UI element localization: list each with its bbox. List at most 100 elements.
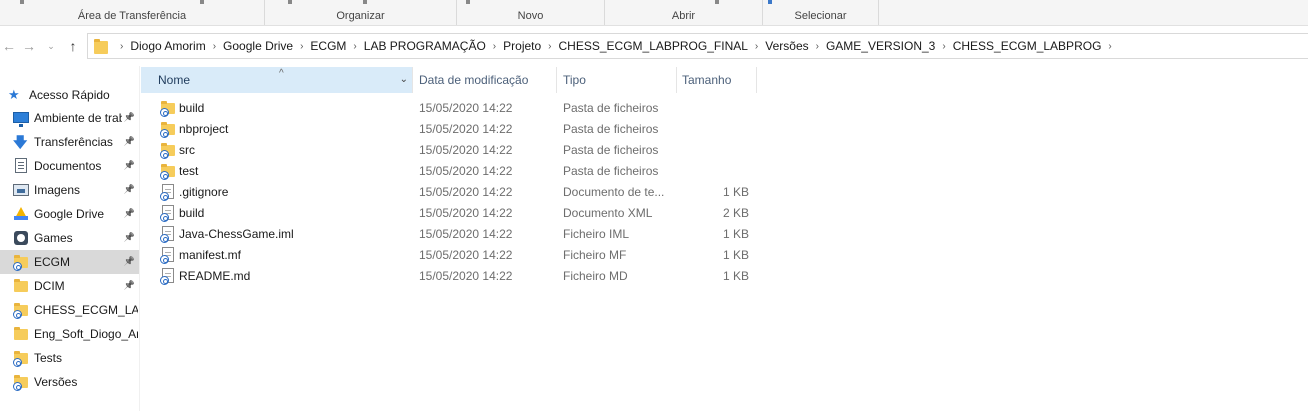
file-size: 1 KB [722,185,749,199]
breadcrumb-item[interactable]: Google Drive [220,39,296,53]
column-header-type[interactable]: Tipo [557,67,677,93]
ribbon-group-select[interactable]: Selecionar [763,0,879,25]
breadcrumb-separator[interactable]: › [544,41,555,52]
chevron-down-icon: ⌄ [47,41,55,51]
sidebar-item[interactable]: DCIM 📌 [0,274,139,298]
ribbon-control-stub [466,0,470,4]
ribbon: Área de Transferência Organizar Novo Abr… [0,0,1308,26]
sidebar-item[interactable]: Documentos 📌 [0,154,139,178]
breadcrumb-item[interactable]: Projeto [500,39,544,53]
column-header-label: Tipo [563,73,586,87]
breadcrumb-item[interactable]: LAB PROGRAMAÇÃO [361,39,489,53]
file-date-modified: 15/05/2020 14:22 [419,122,513,136]
column-header-label: Data de modificação [419,73,529,87]
breadcrumb-separator[interactable]: › [1104,41,1115,52]
pin-icon[interactable]: 📌 [124,232,135,243]
breadcrumb-separator[interactable]: › [296,41,307,52]
synced-file-icon [160,205,176,222]
breadcrumb-separator[interactable]: › [938,41,949,52]
folder-icon [93,39,109,55]
breadcrumb-item[interactable]: Diogo Amorim [127,39,208,53]
breadcrumb-separator[interactable]: › [812,41,823,52]
pin-icon[interactable]: 📌 [124,136,135,147]
ribbon-control-stub [20,0,24,4]
sidebar-item[interactable]: CHESS_ECGM_LABPROG [0,298,139,322]
sidebar-item[interactable]: Google Drive 📌 [0,202,139,226]
file-row[interactable]: .gitignore 15/05/2020 14:22 Documento de t… [141,182,841,203]
games-icon [13,230,29,246]
download-icon: 🡇 [13,134,28,150]
file-date-modified: 15/05/2020 14:22 [419,143,513,157]
file-size [681,161,749,182]
file-type: Pasta de ficheiros [563,164,659,178]
up-button[interactable]: ↑ [65,38,81,54]
breadcrumb: › Diogo Amorim › Google Drive › ECGM › LAB PROG… [116,34,1116,58]
ribbon-group-open[interactable]: Abrir [605,0,763,25]
chevron-down-icon[interactable]: ⌄ [400,67,408,93]
file-row[interactable]: src 15/05/2020 14:22 Pasta de ficheiros [141,140,841,161]
file-row[interactable]: README.md 15/05/2020 14:22 Ficheiro MD 1 KB [141,266,841,287]
forward-button[interactable]: → [21,38,37,54]
back-button[interactable]: ← [1,38,17,54]
breadcrumb-item[interactable]: ECGM [307,39,349,53]
file-size: 1 KB [722,248,749,262]
pin-icon[interactable]: 📌 [124,112,135,123]
synced-folder-icon [160,163,176,180]
breadcrumb-separator[interactable]: › [349,41,360,52]
ribbon-group-caption: Abrir [671,10,696,22]
column-header-name[interactable]: ^ Nome ⌄ [141,67,413,93]
breadcrumb-separator[interactable]: › [751,41,762,52]
breadcrumb-item[interactable]: GAME_VERSION_3 [823,39,938,53]
file-row[interactable]: nbproject 15/05/2020 14:22 Pasta de fichei… [141,119,841,140]
sidebar-item[interactable]: 🡇 Transferências 📌 [0,130,139,154]
pane-divider[interactable] [139,66,140,411]
breadcrumb-item[interactable]: CHESS_ECGM_LABPROG [950,39,1105,53]
sidebar-item[interactable]: Versões [0,370,139,394]
ribbon-group-organize[interactable]: Organizar [265,0,457,25]
breadcrumb-separator[interactable]: › [489,41,500,52]
address-bar[interactable]: › Diogo Amorim › Google Drive › ECGM › LAB PROG… [87,33,1308,59]
breadcrumb-item[interactable]: Versões [762,39,811,53]
synced-folder-icon [160,142,176,159]
ribbon-group-new[interactable]: Novo [457,0,605,25]
sidebar-item[interactable]: Ambiente de trab 📌 [0,106,139,130]
sidebar-item[interactable]: Imagens 📌 [0,178,139,202]
file-row[interactable]: build 15/05/2020 14:22 Pasta de ficheiros [141,98,841,119]
sidebar-item-label: Ambiente de trab [34,111,122,125]
breadcrumb-item[interactable]: CHESS_ECGM_LABPROG_FINAL [556,39,751,53]
folder-body [94,39,108,54]
pin-icon[interactable]: 📌 [124,208,135,219]
file-row[interactable]: test 15/05/2020 14:22 Pasta de ficheiros [141,161,841,182]
file-name: manifest.mf [179,248,242,262]
synced-folder-icon [160,100,176,117]
sidebar-item[interactable]: Eng_Soft_Diogo_Am [0,322,139,346]
file-date-modified: 15/05/2020 14:22 [419,206,513,220]
breadcrumb-separator[interactable]: › [116,41,127,52]
column-header-label: Nome [158,73,191,87]
file-row[interactable]: Java-ChessGame.iml 15/05/2020 14:22 Fichei… [141,224,841,245]
breadcrumb-separator[interactable]: › [209,41,220,52]
column-header-size[interactable]: Tamanho [677,67,757,93]
file-row[interactable]: manifest.mf 15/05/2020 14:22 Ficheiro MF 1 … [141,245,841,266]
sidebar-item[interactable]: Games 📌 [0,226,139,250]
sidebar-item[interactable]: ECGM 📌 [0,250,139,274]
file-date-modified: 15/05/2020 14:22 [419,248,513,262]
file-name: build [179,206,205,220]
sidebar-item[interactable]: ★ Acesso Rápido [0,84,139,106]
file-size [681,119,749,140]
ribbon-group-clipboard[interactable]: Área de Transferência [0,0,265,25]
file-size: 1 KB [722,227,749,241]
pin-icon[interactable]: 📌 [124,280,135,291]
file-name: src [179,143,195,157]
pin-icon[interactable]: 📌 [124,256,135,267]
pin-icon[interactable]: 📌 [124,160,135,171]
sidebar-item[interactable]: Tests [0,346,139,370]
file-row[interactable]: build 15/05/2020 14:22 Documento XML 2 KB [141,203,841,224]
file-type: Pasta de ficheiros [563,122,659,136]
pin-icon[interactable]: 📌 [124,184,135,195]
recent-locations-button[interactable]: ⌄ [43,38,59,54]
file-date-modified: 15/05/2020 14:22 [419,227,513,241]
column-header-date[interactable]: Data de modificação [413,67,557,93]
file-size [681,140,749,161]
synced-folder-icon [13,350,29,367]
